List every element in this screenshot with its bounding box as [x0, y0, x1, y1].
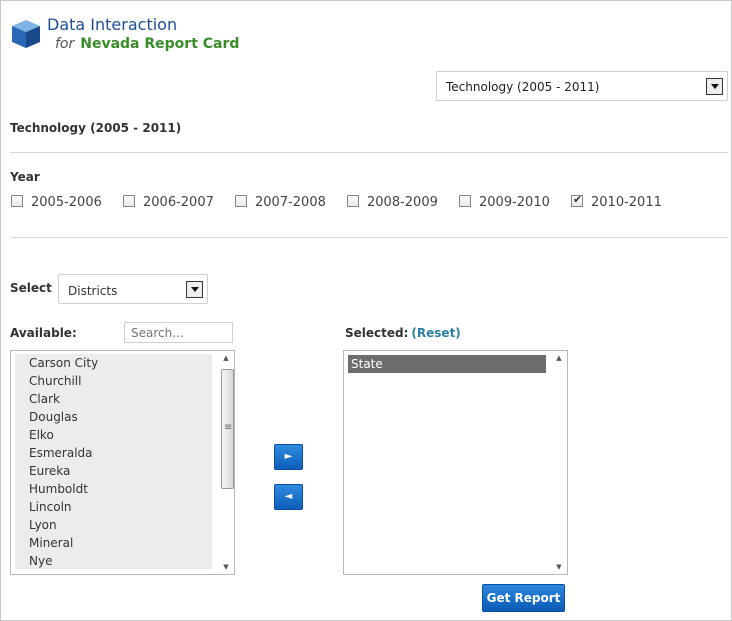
selected-listbox[interactable]: State ▲ ▼ — [343, 350, 568, 575]
list-item[interactable]: Elko — [15, 426, 212, 444]
scroll-down-icon[interactable]: ▼ — [552, 561, 566, 573]
reset-link[interactable]: (Reset) — [411, 326, 460, 340]
year-option-2006-2007[interactable]: 2006-2007 — [123, 195, 214, 210]
app-title: Data Interaction — [47, 15, 178, 34]
districts-select-value: Districts — [68, 284, 118, 298]
year-option-2010-2011[interactable]: 2010-2011 — [571, 193, 662, 210]
report-card-name: Nevada Report Card — [80, 36, 240, 52]
checkbox[interactable] — [347, 195, 359, 207]
divider — [10, 152, 728, 153]
list-item[interactable]: Mineral — [15, 534, 212, 552]
checkbox[interactable] — [123, 195, 135, 207]
list-item[interactable]: State — [348, 355, 546, 373]
list-item[interactable]: Humboldt — [15, 480, 212, 498]
checkbox[interactable] — [459, 195, 471, 207]
section-title: Technology (2005 - 2011) — [10, 121, 182, 135]
list-item[interactable]: Esmeralda — [15, 444, 212, 462]
districts-select[interactable]: Districts — [58, 274, 208, 304]
year-option-2007-2008[interactable]: 2007-2008 — [235, 195, 326, 210]
blue-cube-icon — [12, 20, 40, 48]
list-item[interactable]: Douglas — [15, 408, 212, 426]
report-select-value: Technology (2005 - 2011) — [446, 80, 600, 94]
remove-button[interactable]: ◄ — [274, 484, 303, 510]
scrollbar[interactable]: ▲ ▼ — [219, 352, 234, 573]
checkbox[interactable] — [11, 195, 23, 207]
left-triangle-icon: ◄ — [284, 491, 293, 502]
for-text: for — [55, 36, 75, 52]
scrollbar[interactable]: ▲ ▼ — [552, 352, 566, 573]
page-frame: Data Interaction for Nevada Report Card T… — [0, 0, 732, 621]
scroll-up-icon[interactable]: ▲ — [219, 352, 233, 364]
checkbox-checked[interactable] — [571, 193, 583, 207]
list-item[interactable]: Clark — [15, 390, 212, 408]
report-select[interactable]: Technology (2005 - 2011) — [436, 71, 728, 101]
chevron-down-icon[interactable] — [186, 281, 203, 298]
scroll-down-icon[interactable]: ▼ — [219, 561, 233, 573]
chevron-down-icon[interactable] — [706, 78, 723, 95]
year-label: Year — [10, 170, 40, 184]
add-button[interactable]: ► — [274, 444, 303, 470]
checkbox[interactable] — [235, 195, 247, 207]
scrollbar-thumb[interactable] — [221, 369, 234, 489]
app-subtitle: for Nevada Report Card — [55, 36, 239, 52]
year-option-2008-2009[interactable]: 2008-2009 — [347, 195, 438, 210]
available-label: Available: — [10, 326, 77, 340]
right-triangle-icon: ► — [284, 451, 293, 462]
list-item[interactable]: Lincoln — [15, 498, 212, 516]
year-option-2005-2006[interactable]: 2005-2006 — [11, 195, 102, 210]
get-report-button[interactable]: Get Report — [482, 584, 565, 612]
scroll-up-icon[interactable]: ▲ — [552, 352, 566, 364]
list-item[interactable]: Lyon — [15, 516, 212, 534]
select-label: Select — [10, 281, 52, 295]
list-item[interactable]: Nye — [15, 552, 212, 570]
list-item[interactable]: Eureka — [15, 462, 212, 480]
list-item[interactable]: Churchill — [15, 372, 212, 390]
available-list: Carson City Churchill Clark Douglas Elko… — [15, 354, 212, 569]
selected-label: Selected: (Reset) — [345, 326, 461, 340]
search-input[interactable] — [124, 322, 233, 343]
available-listbox[interactable]: Carson City Churchill Clark Douglas Elko… — [10, 350, 235, 575]
list-item[interactable]: Carson City — [15, 354, 212, 372]
year-option-2009-2010[interactable]: 2009-2010 — [459, 195, 550, 210]
divider — [10, 237, 728, 238]
